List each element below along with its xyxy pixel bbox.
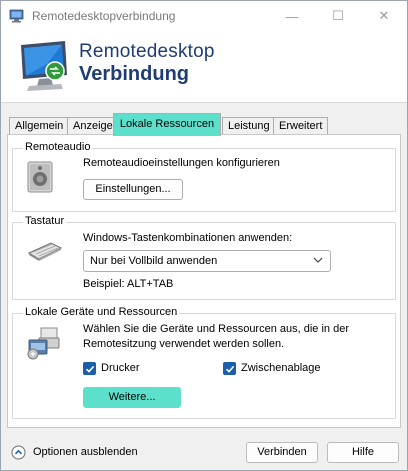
maximize-button[interactable]: ☐ xyxy=(315,1,361,31)
group-label-remote-audio: Remoteaudio xyxy=(23,141,93,153)
local-devices-description-line2: Remotesitzung verwendet werden sollen. xyxy=(83,338,285,350)
audio-settings-button[interactable]: Einstellungen... xyxy=(83,179,183,200)
window-title: Remotedesktopverbindung xyxy=(32,9,176,23)
printer-checkbox[interactable] xyxy=(83,362,96,375)
tab-leistung[interactable]: Leistung xyxy=(222,117,276,135)
keyboard-description: Windows-Tastenkombinationen anwenden: xyxy=(83,232,293,244)
connect-button[interactable]: Verbinden xyxy=(246,442,318,463)
group-keyboard: Tastatur Windows-Tastenkombinationen anw… xyxy=(12,215,396,300)
clipboard-checkbox[interactable] xyxy=(223,362,236,375)
close-button[interactable]: ✕ xyxy=(361,1,407,31)
maximize-icon: ☐ xyxy=(332,8,344,23)
tab-allgemein[interactable]: Allgemein xyxy=(9,117,70,135)
banner-divider xyxy=(1,102,407,103)
speaker-icon xyxy=(27,161,53,193)
chevron-down-icon xyxy=(313,257,323,263)
local-devices-description-line1: Wählen Sie die Geräte und Ressourcen aus… xyxy=(83,323,349,335)
banner-title-line2: Verbindung xyxy=(79,63,189,85)
remote-audio-description: Remoteaudioeinstellungen konfigurieren xyxy=(83,157,280,169)
printer-label[interactable]: Drucker xyxy=(101,362,140,374)
group-remote-audio: Remoteaudio Remoteaudioeinstellungen kon… xyxy=(12,141,396,212)
tab-panel-lokale-ressourcen: Remoteaudio Remoteaudioeinstellungen kon… xyxy=(7,134,401,428)
hide-options-label: Optionen ausblenden xyxy=(33,446,138,458)
tab-lokale-ressourcen[interactable]: Lokale Ressourcen xyxy=(113,113,221,136)
keyboard-shortcut-select[interactable]: Nur bei Vollbild anwenden xyxy=(83,250,331,272)
check-icon xyxy=(225,365,234,373)
title-bar: Remotedesktopverbindung — ☐ ✕ xyxy=(1,1,407,31)
rdp-window: Remotedesktopverbindung — ☐ ✕ Remotedesk… xyxy=(0,0,408,471)
chevron-up-circle-icon xyxy=(11,445,26,460)
more-devices-button[interactable]: Weitere... xyxy=(83,387,181,408)
clipboard-label[interactable]: Zwischenablage xyxy=(241,362,321,374)
rdp-monitor-icon xyxy=(21,41,67,91)
group-label-keyboard: Tastatur xyxy=(23,215,67,227)
devices-icon xyxy=(27,327,60,360)
keyboard-example: Beispiel: ALT+TAB xyxy=(83,278,174,290)
minimize-button[interactable]: — xyxy=(269,1,315,31)
help-button[interactable]: Hilfe xyxy=(327,442,399,463)
minimize-icon: — xyxy=(285,8,299,24)
group-local-devices: Lokale Geräte und Ressourcen Wählen Sie … xyxy=(12,306,396,419)
close-icon: ✕ xyxy=(378,8,390,23)
check-icon xyxy=(85,365,94,373)
banner: Remotedesktop Verbindung xyxy=(1,31,407,103)
rdp-app-icon xyxy=(9,9,24,23)
tab-anzeige[interactable]: Anzeige xyxy=(67,117,119,135)
keyboard-shortcut-value: Nur bei Vollbild anwenden xyxy=(90,255,218,267)
tab-erweitert[interactable]: Erweitert xyxy=(273,117,329,135)
group-label-local-devices: Lokale Geräte und Ressourcen xyxy=(23,306,180,318)
banner-title-line1: Remotedesktop xyxy=(79,41,215,62)
keyboard-icon xyxy=(27,242,63,261)
